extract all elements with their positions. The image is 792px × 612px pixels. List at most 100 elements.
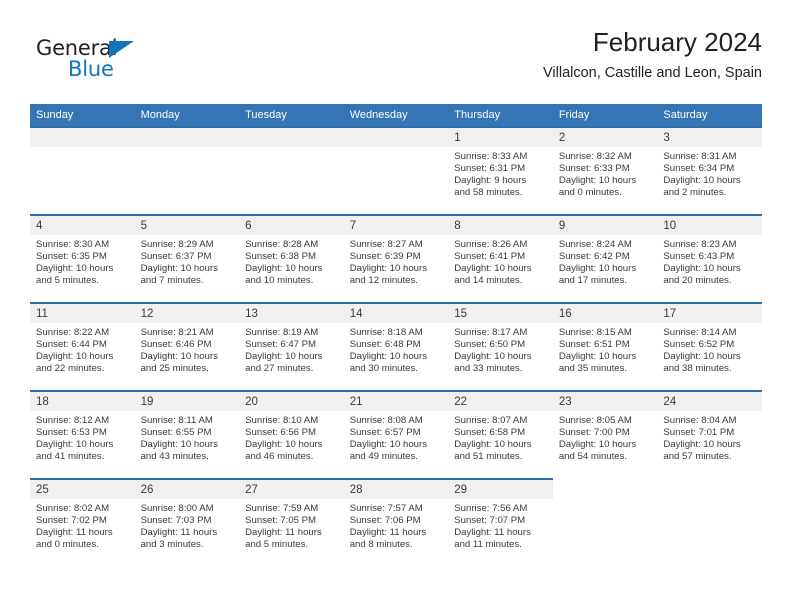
sunrise-time: Sunrise: 8:08 AM bbox=[349, 415, 423, 426]
calendar-day-cell[interactable]: 26 Sunrise: 8:00 AM Sunset: 7:03 PM Dayligh… bbox=[134, 478, 240, 566]
calendar-day-cell[interactable]: 17 Sunrise: 8:14 AM Sunset: 6:52 PM Dayligh… bbox=[657, 302, 762, 390]
day-number: 11 bbox=[36, 308, 48, 320]
day-number: 25 bbox=[36, 484, 49, 496]
day-number: 6 bbox=[245, 220, 252, 232]
sunset-time: Sunset: 6:43 PM bbox=[663, 250, 735, 262]
weekday-header-tuesday: Tuesday bbox=[245, 109, 287, 121]
day-number-strip: 2 bbox=[552, 126, 658, 147]
calendar-day-cell[interactable]: 23 Sunrise: 8:05 AM Sunset: 7:00 PM Dayligh… bbox=[552, 390, 658, 478]
day-number: 24 bbox=[663, 396, 677, 408]
daylight-duration-line1: Daylight: 10 hours bbox=[663, 262, 741, 274]
day-number-strip bbox=[30, 126, 135, 147]
sunrise-time: Sunrise: 8:15 AM bbox=[558, 327, 632, 338]
daylight-duration-line1: Daylight: 10 hours bbox=[454, 438, 532, 450]
calendar-day-cell[interactable]: 13 Sunrise: 8:19 AM Sunset: 6:47 PM Dayligh… bbox=[239, 302, 344, 390]
calendar-day-cell[interactable]: 11 Sunrise: 8:22 AM Sunset: 6:44 PM Dayligh… bbox=[30, 302, 135, 390]
sunrise-time: Sunrise: 8:32 AM bbox=[558, 151, 632, 162]
calendar-day-cell[interactable]: 10 Sunrise: 8:23 AM Sunset: 6:43 PM Dayligh… bbox=[657, 214, 762, 302]
day-number-strip: 9 bbox=[552, 214, 658, 235]
sunset-time: Sunset: 6:41 PM bbox=[454, 250, 526, 262]
daylight-duration-line2: and 17 minutes. bbox=[558, 274, 628, 286]
calendar-day-cell[interactable]: 4 Sunrise: 8:30 AM Sunset: 6:35 PM Daylight… bbox=[30, 214, 135, 302]
day-details: Sunrise: 8:32 AM Sunset: 6:33 PM Daylight:… bbox=[553, 147, 658, 199]
day-number-strip: 14 bbox=[343, 302, 449, 323]
daylight-duration-line2: and 7 minutes. bbox=[140, 274, 204, 286]
calendar-day-cell[interactable]: 19 Sunrise: 8:11 AM Sunset: 6:55 PM Dayligh… bbox=[134, 390, 240, 478]
day-number-strip: 5 bbox=[134, 214, 240, 235]
calendar-day-cell[interactable]: 1 Sunrise: 8:33 AM Sunset: 6:31 PM Daylight… bbox=[448, 126, 553, 214]
day-number: 22 bbox=[454, 396, 468, 408]
sunrise-time: Sunrise: 8:24 AM bbox=[558, 239, 632, 250]
calendar-week-row: 1 Sunrise: 8:33 AM Sunset: 6:31 PM Daylight… bbox=[30, 126, 762, 214]
calendar-day-cell[interactable]: 29 Sunrise: 7:56 AM Sunset: 7:07 PM Dayligh… bbox=[448, 478, 553, 566]
sunset-time: Sunset: 6:31 PM bbox=[454, 162, 526, 174]
day-details: Sunrise: 8:02 AM Sunset: 7:02 PM Daylight:… bbox=[30, 499, 135, 551]
calendar-day-cell[interactable]: 25 Sunrise: 8:02 AM Sunset: 7:02 PM Dayligh… bbox=[30, 478, 135, 566]
daylight-duration-line1: Daylight: 10 hours bbox=[349, 262, 428, 274]
day-number: 29 bbox=[454, 484, 468, 496]
daylight-duration-line1: Daylight: 11 hours bbox=[454, 526, 531, 538]
day-number-strip: 8 bbox=[448, 214, 553, 235]
calendar-day-cell[interactable]: 21 Sunrise: 8:08 AM Sunset: 6:57 PM Dayligh… bbox=[343, 390, 449, 478]
sunset-time: Sunset: 6:33 PM bbox=[558, 162, 630, 174]
day-number-strip: 11 bbox=[30, 302, 135, 323]
daylight-duration-line2: and 0 minutes. bbox=[36, 538, 99, 550]
daylight-duration-line2: and 14 minutes. bbox=[454, 274, 523, 286]
calendar-day-cell[interactable]: 22 Sunrise: 8:07 AM Sunset: 6:58 PM Dayligh… bbox=[448, 390, 553, 478]
day-number: 26 bbox=[140, 484, 154, 496]
calendar-day-cell[interactable]: 24 Sunrise: 8:04 AM Sunset: 7:01 PM Dayligh… bbox=[657, 390, 762, 478]
daylight-duration-line1: Daylight: 11 hours bbox=[245, 526, 322, 538]
day-number-strip bbox=[553, 478, 658, 499]
calendar-day-cell[interactable]: 15 Sunrise: 8:17 AM Sunset: 6:50 PM Dayligh… bbox=[448, 302, 553, 390]
day-details: Sunrise: 8:14 AM Sunset: 6:52 PM Daylight:… bbox=[657, 323, 762, 375]
day-number: 21 bbox=[349, 396, 363, 408]
day-number-strip: 28 bbox=[343, 478, 449, 499]
day-number: 14 bbox=[349, 308, 363, 320]
calendar-day-cell[interactable]: 7 Sunrise: 8:27 AM Sunset: 6:39 PM Daylight… bbox=[343, 214, 449, 302]
day-number: 7 bbox=[349, 220, 357, 232]
calendar-day-cell[interactable]: 16 Sunrise: 8:15 AM Sunset: 6:51 PM Dayligh… bbox=[552, 302, 658, 390]
calendar-day-cell[interactable]: 6 Sunrise: 8:28 AM Sunset: 6:38 PM Daylight… bbox=[239, 214, 344, 302]
sunrise-time: Sunrise: 8:05 AM bbox=[558, 415, 632, 426]
day-number: 2 bbox=[558, 132, 566, 144]
calendar-week-row: 4 Sunrise: 8:30 AM Sunset: 6:35 PM Daylight… bbox=[30, 214, 762, 302]
day-number-strip: 15 bbox=[448, 302, 553, 323]
day-number-strip: 23 bbox=[552, 390, 658, 411]
sunrise-time: Sunrise: 8:18 AM bbox=[349, 327, 423, 338]
daylight-duration-line2: and 49 minutes. bbox=[349, 450, 418, 462]
sunrise-time: Sunrise: 8:10 AM bbox=[245, 415, 319, 426]
sunset-time: Sunset: 7:03 PM bbox=[140, 514, 212, 526]
sunset-time: Sunset: 6:56 PM bbox=[245, 426, 317, 438]
calendar-day-cell[interactable]: 9 Sunrise: 8:24 AM Sunset: 6:42 PM Daylight… bbox=[552, 214, 658, 302]
page-title: February 2024 bbox=[592, 27, 762, 57]
sunrise-time: Sunrise: 7:59 AM bbox=[245, 503, 319, 514]
calendar-day-cell[interactable]: 8 Sunrise: 8:26 AM Sunset: 6:41 PM Daylight… bbox=[448, 214, 553, 302]
day-details: Sunrise: 8:29 AM Sunset: 6:37 PM Daylight:… bbox=[135, 235, 240, 287]
sunset-time: Sunset: 7:07 PM bbox=[454, 514, 526, 526]
calendar-day-cell[interactable]: 28 Sunrise: 7:57 AM Sunset: 7:06 PM Dayligh… bbox=[343, 478, 449, 566]
calendar-day-cell[interactable]: 27 Sunrise: 7:59 AM Sunset: 7:05 PM Dayligh… bbox=[239, 478, 344, 566]
day-number-strip: 6 bbox=[239, 214, 344, 235]
calendar-day-cell[interactable]: 2 Sunrise: 8:32 AM Sunset: 6:33 PM Daylight… bbox=[552, 126, 658, 214]
calendar-day-cell[interactable]: 20 Sunrise: 8:10 AM Sunset: 6:56 PM Dayligh… bbox=[239, 390, 344, 478]
day-number-strip: 19 bbox=[134, 390, 240, 411]
daylight-duration-line2: and 33 minutes. bbox=[454, 362, 523, 374]
calendar-day-cell[interactable]: 18 Sunrise: 8:12 AM Sunset: 6:53 PM Dayligh… bbox=[30, 390, 135, 478]
day-number: 12 bbox=[140, 308, 154, 320]
day-number: 8 bbox=[454, 220, 461, 232]
calendar-weeks: 1 Sunrise: 8:33 AM Sunset: 6:31 PM Daylight… bbox=[30, 126, 762, 566]
daylight-duration-line1: Daylight: 10 hours bbox=[558, 262, 637, 274]
calendar-day-cell[interactable]: 12 Sunrise: 8:21 AM Sunset: 6:46 PM Dayligh… bbox=[134, 302, 240, 390]
daylight-duration-line1: Daylight: 10 hours bbox=[558, 438, 637, 450]
sunset-time: Sunset: 6:35 PM bbox=[36, 250, 107, 262]
daylight-duration-line1: Daylight: 11 hours bbox=[140, 526, 218, 538]
calendar-day-cell[interactable]: 5 Sunrise: 8:29 AM Sunset: 6:37 PM Daylight… bbox=[134, 214, 240, 302]
calendar-day-cell[interactable]: 3 Sunrise: 8:31 AM Sunset: 6:34 PM Daylight… bbox=[657, 126, 762, 214]
sunrise-time: Sunrise: 8:22 AM bbox=[36, 327, 110, 338]
daylight-duration-line1: Daylight: 10 hours bbox=[140, 262, 218, 274]
daylight-duration-line1: Daylight: 10 hours bbox=[349, 350, 428, 362]
day-number: 3 bbox=[663, 132, 670, 144]
title-block: February 2024 Villalcon, Castille and Le… bbox=[543, 26, 762, 82]
calendar-day-cell[interactable]: 14 Sunrise: 8:18 AM Sunset: 6:48 PM Dayligh… bbox=[343, 302, 449, 390]
daylight-duration-line1: Daylight: 10 hours bbox=[245, 262, 323, 274]
